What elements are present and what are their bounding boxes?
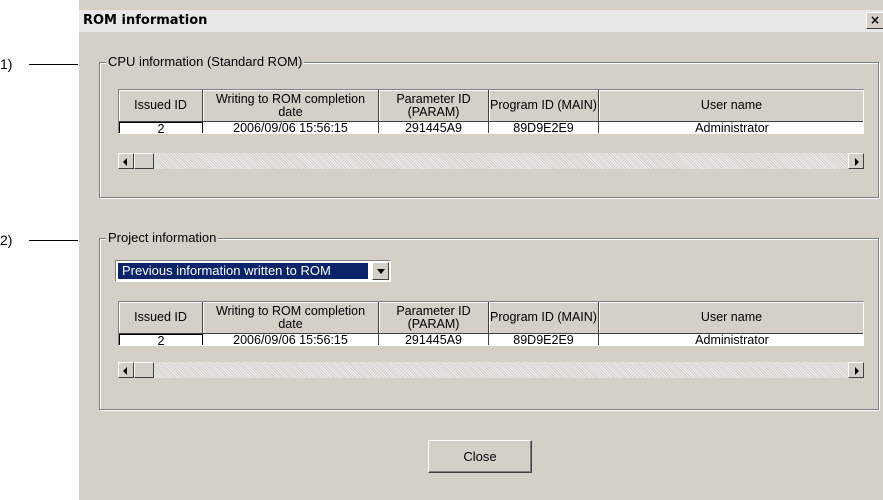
arrow-left-icon <box>123 158 127 166</box>
column-header-parameter-id[interactable]: Parameter ID (PARAM) <box>379 302 489 334</box>
column-header-program-id[interactable]: Program ID (MAIN) <box>489 90 599 122</box>
rom-info-source-select[interactable]: Previous information written to ROM <box>115 260 391 282</box>
horizontal-scrollbar[interactable] <box>118 362 864 378</box>
column-header-parameter-id[interactable]: Parameter ID (PARAM) <box>379 90 489 122</box>
cell-user-name[interactable]: Administrator <box>599 122 863 134</box>
column-header-completion-date[interactable]: Writing to ROM completion date <box>203 90 379 122</box>
scroll-right-button[interactable] <box>848 362 864 378</box>
cell-user-name[interactable]: Administrator <box>599 334 863 346</box>
column-header-user-name[interactable]: User name <box>599 302 863 334</box>
cell-issued-id[interactable]: 2 <box>119 334 203 345</box>
arrow-left-icon <box>123 367 127 375</box>
table-row[interactable]: 2 2006/09/06 15:56:15 291445A9 89D9E2E9 … <box>119 334 863 346</box>
dropdown-button[interactable] <box>372 262 389 280</box>
arrow-right-icon <box>855 158 859 166</box>
title-bar[interactable]: ROM information × <box>79 10 883 32</box>
cpu-info-grid[interactable]: Issued ID Writing to ROM completion date… <box>118 89 864 134</box>
chevron-down-icon <box>377 269 385 274</box>
project-information-legend: Project information <box>106 230 219 245</box>
cell-program-id[interactable]: 89D9E2E9 <box>489 122 599 133</box>
cell-issued-id[interactable]: 2 <box>119 122 203 133</box>
dialog-title: ROM information <box>83 13 208 28</box>
cell-parameter-id[interactable]: 291445A9 <box>379 122 489 133</box>
column-header-issued-id[interactable]: Issued ID <box>119 90 203 122</box>
arrow-right-icon <box>855 367 859 375</box>
table-row[interactable]: 2 2006/09/06 15:56:15 291445A9 89D9E2E9 … <box>119 122 863 134</box>
scroll-thumb[interactable] <box>134 362 154 378</box>
column-header-user-name[interactable]: User name <box>599 90 863 122</box>
callout-label: 1) <box>0 56 13 72</box>
column-header-issued-id[interactable]: Issued ID <box>119 302 203 334</box>
cpu-information-legend: CPU information (Standard ROM) <box>106 54 305 69</box>
cell-parameter-id[interactable]: 291445A9 <box>379 334 489 345</box>
callout-label: 2) <box>0 232 13 248</box>
rom-information-dialog: ROM information × CPU information (Stand… <box>78 0 883 500</box>
scroll-thumb[interactable] <box>134 153 154 169</box>
column-header-completion-date[interactable]: Writing to ROM completion date <box>203 302 379 334</box>
column-header-program-id[interactable]: Program ID (MAIN) <box>489 302 599 334</box>
cell-program-id[interactable]: 89D9E2E9 <box>489 334 599 345</box>
scroll-right-button[interactable] <box>848 153 864 169</box>
scroll-left-button[interactable] <box>118 153 134 169</box>
close-button[interactable]: Close <box>428 440 532 473</box>
cell-completion-date[interactable]: 2006/09/06 15:56:15 <box>203 334 379 345</box>
cell-completion-date[interactable]: 2006/09/06 15:56:15 <box>203 122 379 133</box>
cpu-information-group: CPU information (Standard ROM) Issued ID… <box>99 54 879 198</box>
scroll-left-button[interactable] <box>118 362 134 378</box>
selected-value: Previous information written to ROM <box>118 263 368 279</box>
close-icon[interactable]: × <box>866 12 883 29</box>
project-info-grid[interactable]: Issued ID Writing to ROM completion date… <box>118 301 864 346</box>
horizontal-scrollbar[interactable] <box>118 153 864 169</box>
